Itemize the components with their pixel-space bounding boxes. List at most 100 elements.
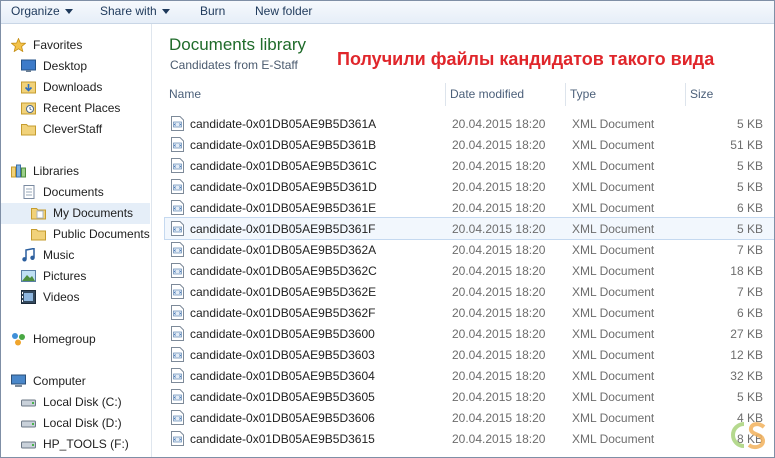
hard-drive-icon <box>21 441 36 449</box>
new-folder-button[interactable]: New folder <box>255 4 312 18</box>
file-type: XML Document <box>572 201 655 215</box>
file-date: 20.04.2015 18:20 <box>452 285 546 299</box>
nav-videos[interactable]: Videos <box>1 287 150 308</box>
xml-file-icon <box>171 200 184 215</box>
file-row[interactable]: candidate-0x01DB05AE9B5D362A 20.04.2015 1… <box>165 239 774 260</box>
nav-homegroup[interactable]: Homegroup <box>1 329 150 350</box>
xml-file-icon <box>171 116 184 131</box>
file-type: XML Document <box>572 432 655 446</box>
file-row[interactable]: candidate-0x01DB05AE9B5D3615 20.04.2015 1… <box>165 428 774 449</box>
file-row[interactable]: candidate-0x01DB05AE9B5D361F 20.04.2015 1… <box>164 217 774 240</box>
file-row[interactable]: candidate-0x01DB05AE9B5D3604 20.04.2015 1… <box>165 365 774 386</box>
nav-public-documents[interactable]: Public Documents <box>1 224 150 245</box>
file-name: candidate-0x01DB05AE9B5D361A <box>190 117 377 131</box>
share-with-button[interactable]: Share with <box>100 4 170 18</box>
column-header-size[interactable]: Size <box>686 83 771 106</box>
xml-file-icon <box>171 137 184 152</box>
documents-icon <box>23 185 35 199</box>
file-type: XML Document <box>572 369 655 383</box>
file-row[interactable]: candidate-0x01DB05AE9B5D362C 20.04.2015 1… <box>165 260 774 281</box>
nav-label: Recent Places <box>43 101 121 115</box>
file-name: candidate-0x01DB05AE9B5D3604 <box>190 369 375 383</box>
nav-recent-places[interactable]: Recent Places <box>1 98 150 119</box>
nav-label: Homegroup <box>33 332 96 346</box>
file-size: 7 KB <box>736 285 763 299</box>
xml-file-icon <box>171 410 184 425</box>
homegroup-icon <box>12 333 25 346</box>
star-icon <box>11 38 26 52</box>
xml-file-icon <box>171 305 184 320</box>
nav-music[interactable]: Music <box>1 245 150 266</box>
file-row[interactable]: candidate-0x01DB05AE9B5D3603 20.04.2015 1… <box>165 344 774 365</box>
file-name: candidate-0x01DB05AE9B5D361B <box>190 138 377 152</box>
nav-label: Music <box>43 248 75 262</box>
file-size: 6 KB <box>736 201 763 215</box>
file-row[interactable]: candidate-0x01DB05AE9B5D3606 20.04.2015 1… <box>165 407 774 428</box>
file-name: candidate-0x01DB05AE9B5D3600 <box>190 327 375 341</box>
nav-computer[interactable]: Computer <box>1 371 150 392</box>
file-row[interactable]: candidate-0x01DB05AE9B5D361A 20.04.2015 1… <box>165 113 774 134</box>
file-type: XML Document <box>572 327 655 341</box>
file-name: candidate-0x01DB05AE9B5D362E <box>190 285 377 299</box>
organize-button[interactable]: Organize <box>11 4 73 18</box>
file-row[interactable]: candidate-0x01DB05AE9B5D3605 20.04.2015 1… <box>165 386 774 407</box>
file-name: candidate-0x01DB05AE9B5D361C <box>190 159 377 173</box>
nav-label: My Documents <box>53 206 134 220</box>
annotation-text: Получили файлы кандидатов такого вида <box>337 49 715 69</box>
library-title: Documents library <box>169 35 306 54</box>
file-size: 5 KB <box>736 180 763 194</box>
nav-drive-c[interactable]: Local Disk (C:) <box>1 392 150 413</box>
nav-label: Videos <box>43 290 80 304</box>
file-size: 5 KB <box>736 222 763 236</box>
file-date: 20.04.2015 18:20 <box>452 159 546 173</box>
file-row[interactable]: candidate-0x01DB05AE9B5D361D 20.04.2015 1… <box>165 176 774 197</box>
file-name: candidate-0x01DB05AE9B5D3605 <box>190 390 375 404</box>
column-header-date[interactable]: Date modified <box>446 83 566 106</box>
nav-downloads[interactable]: Downloads <box>1 77 150 98</box>
nav-label: Pictures <box>43 269 87 283</box>
column-header-name[interactable]: Name <box>165 83 446 106</box>
nav-label: Computer <box>33 374 86 388</box>
file-row[interactable]: candidate-0x01DB05AE9B5D361B 20.04.2015 1… <box>165 134 774 155</box>
nav-label: Local Disk (D:) <box>43 416 122 430</box>
xml-file-icon <box>171 326 184 341</box>
file-name: candidate-0x01DB05AE9B5D362C <box>190 264 377 278</box>
library-subtitle[interactable]: Candidates from E-Staff <box>170 58 298 72</box>
file-date: 20.04.2015 18:20 <box>452 369 546 383</box>
nav-libraries[interactable]: Libraries <box>1 161 150 182</box>
nav-desktop[interactable]: Desktop <box>1 56 150 77</box>
column-header-label: Size <box>690 87 714 101</box>
nav-my-documents[interactable]: My Documents <box>1 203 150 224</box>
nav-pictures[interactable]: Pictures <box>1 266 150 287</box>
music-icon <box>22 248 35 262</box>
file-date: 20.04.2015 18:20 <box>452 117 546 131</box>
file-size: 5 KB <box>736 390 763 404</box>
nav-label: Favorites <box>33 38 83 52</box>
column-header-label: Date modified <box>450 87 525 101</box>
file-size: 6 KB <box>736 306 763 320</box>
nav-drive-d[interactable]: Local Disk (D:) <box>1 413 150 434</box>
file-row[interactable]: candidate-0x01DB05AE9B5D361E 20.04.2015 1… <box>165 197 774 218</box>
command-bar: Organize Share with Burn New folder <box>1 1 774 24</box>
column-header-type[interactable]: Type <box>566 83 686 106</box>
file-size: 12 KB <box>730 348 763 362</box>
share-with-label: Share with <box>100 4 157 18</box>
nav-documents[interactable]: Documents <box>1 182 150 203</box>
file-row[interactable]: candidate-0x01DB05AE9B5D361C 20.04.2015 1… <box>165 155 774 176</box>
file-name: candidate-0x01DB05AE9B5D361F <box>190 222 376 236</box>
file-type: XML Document <box>572 306 655 320</box>
file-size: 5 KB <box>736 117 763 131</box>
computer-icon <box>11 374 26 387</box>
nav-drive-f[interactable]: HP_TOOLS (F:) <box>1 434 150 455</box>
file-name: candidate-0x01DB05AE9B5D3603 <box>190 348 375 362</box>
file-type: XML Document <box>572 138 655 152</box>
nav-label: Documents <box>43 185 104 199</box>
nav-favorites[interactable]: Favorites <box>1 35 150 56</box>
downloads-folder-icon <box>21 81 36 94</box>
file-row[interactable]: candidate-0x01DB05AE9B5D3600 20.04.2015 1… <box>165 323 774 344</box>
explorer-window: Organize Share with Burn New folder Favo… <box>0 0 775 458</box>
file-row[interactable]: candidate-0x01DB05AE9B5D362E 20.04.2015 1… <box>165 281 774 302</box>
file-row[interactable]: candidate-0x01DB05AE9B5D362F 20.04.2015 1… <box>165 302 774 323</box>
nav-cleverstaff[interactable]: CleverStaff <box>1 119 150 140</box>
burn-button[interactable]: Burn <box>200 4 225 18</box>
